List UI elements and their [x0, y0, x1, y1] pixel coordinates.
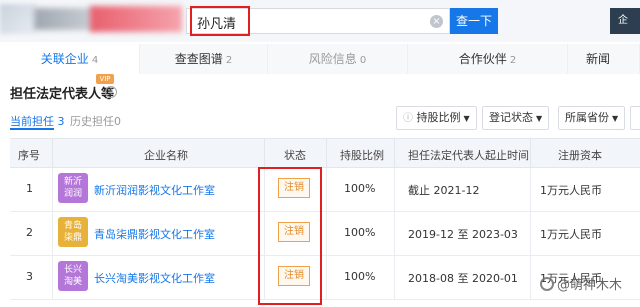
company-logo: 新沂 润润 — [58, 173, 88, 203]
table-header: 序号 企业名称 状态 持股比例 担任法定代表人起止时间 注册资本 — [10, 138, 640, 169]
tab-news[interactable]: 新闻 — [568, 44, 640, 74]
term-period: 截止 2021-12 — [408, 184, 480, 197]
row-index: 1 — [26, 182, 33, 195]
tab-risk-info[interactable]: 风险信息 0 — [268, 44, 408, 74]
app-badge-icon[interactable]: 企 — [610, 8, 640, 34]
company-logo: 长兴 淘美 — [58, 261, 88, 291]
info-icon: ⓘ — [403, 113, 413, 124]
divider — [326, 139, 327, 169]
company-name-link[interactable]: 青岛柒鼎影视文化工作室 — [94, 226, 215, 242]
col-company: 企业名称 — [144, 149, 188, 162]
col-index: 序号 — [18, 149, 40, 162]
caret-down-icon: ▼ — [536, 114, 543, 123]
tab-bar: 关联企业 4 查查图谱 2 风险信息 0 合作伙伴 2 新闻 — [0, 44, 640, 74]
col-status: 状态 — [284, 149, 306, 162]
col-capital: 注册资本 — [558, 149, 602, 162]
col-share: 持股比例 — [340, 149, 384, 162]
tab-graph[interactable]: 查查图谱 2 — [140, 44, 268, 74]
subtab-history[interactable]: 历史担任0 — [70, 113, 121, 129]
row-index: 3 — [26, 270, 33, 283]
divider — [52, 168, 53, 212]
table-row[interactable]: 2 青岛 柒鼎 青岛柒鼎影视文化工作室 注销 100% 2019-12 至 202… — [10, 212, 640, 256]
filter-more[interactable] — [630, 106, 640, 130]
company-name-link[interactable]: 新沂润润影视文化工作室 — [94, 182, 215, 198]
blurred-site-name-highlight — [90, 6, 182, 32]
term-period: 2019-12 至 2023-03 — [408, 228, 518, 241]
share-ratio: 100% — [344, 270, 376, 283]
watermark: @萌神木木 — [540, 274, 622, 293]
term-period: 2018-08 至 2020-01 — [408, 272, 518, 285]
caret-down-icon: ▼ — [612, 114, 619, 123]
divider — [530, 139, 531, 169]
divider — [394, 168, 395, 212]
divider — [394, 256, 395, 300]
filter-reg-status[interactable]: 登记状态 ▼ — [482, 106, 550, 130]
divider — [264, 139, 265, 169]
search-button[interactable]: 查一下 — [450, 8, 498, 34]
divider — [530, 212, 531, 256]
subtab-current[interactable]: 当前担任 3 — [10, 113, 65, 129]
divider — [326, 212, 327, 256]
filter-province[interactable]: 所属省份 ▼ — [558, 106, 626, 130]
divider — [52, 256, 53, 300]
tab-related-companies[interactable]: 关联企业 4 — [0, 44, 140, 74]
share-ratio: 100% — [344, 226, 376, 239]
top-search-bar: 孙凡清 × 查一下 企 — [0, 0, 640, 42]
divider — [326, 256, 327, 300]
tab-partners[interactable]: 合作伙伴 2 — [408, 44, 568, 74]
col-period: 担任法定代表人起止时间 — [408, 149, 529, 162]
info-icon[interactable]: i — [105, 86, 117, 98]
search-highlight-box — [190, 6, 250, 36]
share-ratio: 100% — [344, 182, 376, 195]
divider — [530, 168, 531, 212]
filter-share-ratio[interactable]: ⓘ 持股比例 ▼ — [396, 106, 477, 130]
divider — [530, 256, 531, 300]
section-title: 担任法定代表人等 — [10, 87, 115, 102]
divider — [52, 212, 53, 256]
company-name-link[interactable]: 长兴淘美影视文化工作室 — [94, 270, 215, 286]
divider — [394, 212, 395, 256]
row-index: 2 — [26, 226, 33, 239]
vip-badge: VIP — [96, 74, 114, 84]
divider — [52, 139, 53, 169]
subtab-active-indicator — [10, 128, 54, 130]
company-logo: 青岛 柒鼎 — [58, 217, 88, 247]
registered-capital: 1万元人民币 — [540, 228, 602, 241]
blurred-site-name — [34, 8, 94, 30]
registered-capital: 1万元人民币 — [540, 184, 602, 197]
table-row[interactable]: 1 新沂 润润 新沂润润影视文化工作室 注销 100% 截止 2021-12 1万… — [10, 168, 640, 212]
status-highlight-box — [258, 167, 322, 305]
divider — [394, 139, 395, 169]
watermark-icon — [540, 277, 554, 291]
clear-icon[interactable]: × — [430, 15, 443, 28]
blurred-logo — [0, 4, 36, 34]
divider — [326, 168, 327, 212]
caret-down-icon: ▼ — [463, 114, 470, 123]
